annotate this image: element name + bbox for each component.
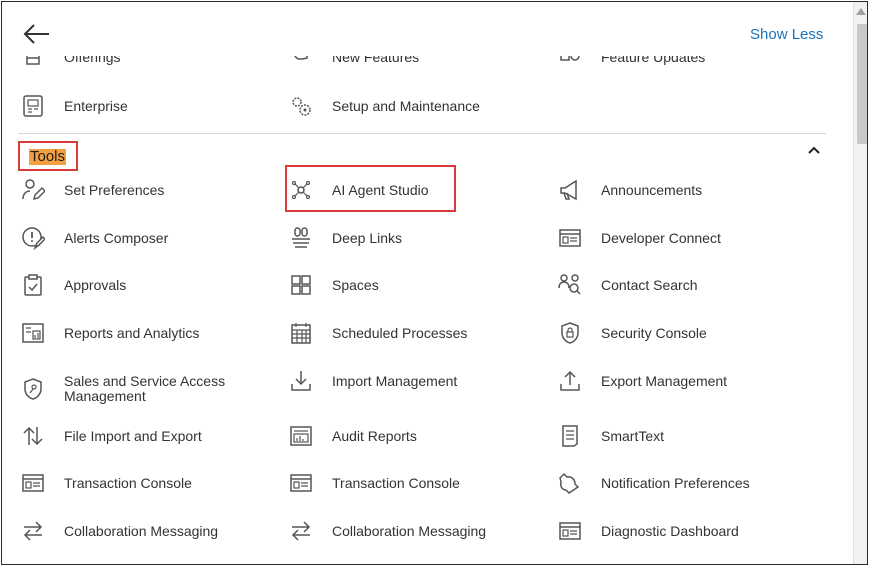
nav-item-label: Scheduled Processes bbox=[332, 324, 468, 341]
nav-item-label: Announcements bbox=[601, 181, 703, 198]
nav-item-label: Collaboration Messaging bbox=[64, 522, 219, 539]
megaphone-icon bbox=[558, 178, 582, 202]
nav-item-notification-preferences[interactable]: Notification Preferences bbox=[558, 468, 750, 498]
nav-item-developer-connect[interactable]: Developer Connect bbox=[558, 223, 721, 253]
nav-item-transaction-console-middle[interactable]: Transaction Console bbox=[289, 468, 460, 498]
audit-report-icon bbox=[289, 424, 313, 448]
scroll-up-arrow-icon[interactable] bbox=[856, 8, 866, 15]
nav-item-label: Audit Reports bbox=[332, 427, 417, 444]
nav-item-reports-analytics[interactable]: Reports and Analytics bbox=[21, 318, 199, 348]
nav-item-label: Spaces bbox=[332, 276, 379, 293]
chevron-up-icon[interactable] bbox=[806, 142, 822, 158]
nav-item-label: Import Management bbox=[332, 372, 458, 389]
nav-item-announcements[interactable]: Announcements bbox=[558, 175, 702, 205]
clipboard-check-icon bbox=[21, 273, 45, 297]
nav-item-new-features[interactable]: New Features bbox=[289, 56, 419, 70]
console-icon bbox=[558, 226, 582, 250]
bell-icon bbox=[558, 471, 582, 495]
nav-item-approvals[interactable]: Approvals bbox=[21, 270, 126, 300]
swap-arrows-icon bbox=[21, 519, 45, 543]
vertical-scrollbar[interactable] bbox=[853, 2, 867, 564]
building-icon bbox=[21, 94, 45, 118]
feature-updates-icon bbox=[558, 56, 582, 70]
section-divider bbox=[18, 133, 826, 134]
import-export-arrows-icon bbox=[21, 424, 45, 448]
document-lines-icon bbox=[558, 424, 582, 448]
nav-item-alerts-composer[interactable]: Alerts Composer bbox=[21, 223, 168, 253]
nav-item-sales-service-access[interactable]: Sales and Service Access Management bbox=[21, 372, 225, 406]
navigator-panel: Show Less Offerings New Features Feature… bbox=[1, 1, 868, 565]
gears-icon bbox=[289, 94, 313, 118]
nav-item-label: Notification Preferences bbox=[601, 474, 750, 491]
user-edit-icon bbox=[21, 178, 45, 202]
megaphone-icon bbox=[289, 56, 313, 70]
nav-item-set-preferences[interactable]: Set Preferences bbox=[21, 175, 164, 205]
nav-item-label: Sales and Service Access Management bbox=[64, 374, 225, 404]
console-icon bbox=[558, 519, 582, 543]
nav-item-label: Transaction Console bbox=[332, 474, 460, 491]
nav-item-label-line-1: Sales and Service Access bbox=[64, 373, 226, 389]
nav-item-label: Developer Connect bbox=[601, 229, 721, 246]
nav-item-label: Feature Updates bbox=[601, 56, 706, 65]
nav-item-label: Security Console bbox=[601, 324, 707, 341]
nav-item-feature-updates[interactable]: Feature Updates bbox=[558, 56, 705, 70]
contact-search-icon bbox=[558, 273, 582, 297]
nav-item-label: Enterprise bbox=[64, 97, 128, 114]
nav-item-label: New Features bbox=[332, 56, 420, 65]
reports-icon bbox=[21, 321, 45, 345]
nav-item-label: Transaction Console bbox=[64, 474, 192, 491]
nav-item-label: Offerings bbox=[64, 56, 121, 65]
nav-item-label: Deep Links bbox=[332, 229, 403, 246]
offerings-icon bbox=[21, 56, 45, 70]
nav-item-collaboration-messaging-left[interactable]: Collaboration Messaging bbox=[21, 516, 218, 546]
nav-item-setup-maintenance[interactable]: Setup and Maintenance bbox=[289, 91, 480, 121]
nav-item-audit-reports[interactable]: Audit Reports bbox=[289, 421, 417, 451]
swap-arrows-icon bbox=[289, 519, 313, 543]
nav-item-label: Setup and Maintenance bbox=[332, 97, 480, 114]
calendar-icon bbox=[289, 321, 313, 345]
nav-item-label: File Import and Export bbox=[64, 427, 202, 444]
deep-links-icon bbox=[289, 226, 313, 250]
nav-item-export-management[interactable]: Export Management bbox=[558, 366, 727, 396]
tools-section-title: Tools bbox=[18, 141, 78, 171]
nav-item-label: Approvals bbox=[64, 276, 127, 293]
shield-key-icon bbox=[21, 377, 45, 401]
show-less-link[interactable]: Show Less bbox=[750, 26, 823, 43]
nav-item-import-management[interactable]: Import Management bbox=[289, 366, 457, 396]
shield-lock-icon bbox=[558, 321, 582, 345]
nav-item-offerings[interactable]: Offerings bbox=[21, 56, 121, 70]
nav-item-spaces[interactable]: Spaces bbox=[289, 270, 379, 300]
nav-item-diagnostic-dashboard[interactable]: Diagnostic Dashboard bbox=[558, 516, 739, 546]
nav-item-label: Export Management bbox=[601, 372, 728, 389]
nav-item-enterprise[interactable]: Enterprise bbox=[21, 91, 128, 121]
nav-item-deep-links[interactable]: Deep Links bbox=[289, 223, 402, 253]
export-icon bbox=[558, 369, 582, 393]
nav-item-label: Contact Search bbox=[601, 276, 698, 293]
nav-item-label: Alerts Composer bbox=[64, 229, 169, 246]
tools-title-text: Tools bbox=[29, 148, 67, 165]
back-arrow-icon[interactable] bbox=[22, 21, 52, 47]
nav-item-contact-search[interactable]: Contact Search bbox=[558, 270, 698, 300]
console-icon bbox=[21, 471, 45, 495]
nav-item-collaboration-messaging-middle[interactable]: Collaboration Messaging bbox=[289, 516, 486, 546]
ai-agent-icon bbox=[289, 178, 313, 202]
nav-item-security-console[interactable]: Security Console bbox=[558, 318, 707, 348]
nav-item-label: AI Agent Studio bbox=[332, 181, 429, 198]
alert-composer-icon bbox=[21, 226, 45, 250]
nav-item-smarttext[interactable]: SmartText bbox=[558, 421, 664, 451]
nav-item-label: SmartText bbox=[601, 427, 665, 444]
spaces-grid-icon bbox=[289, 273, 313, 297]
nav-item-label: Set Preferences bbox=[64, 181, 165, 198]
nav-item-label: Reports and Analytics bbox=[64, 324, 200, 341]
console-icon bbox=[289, 471, 313, 495]
nav-item-label: Collaboration Messaging bbox=[332, 522, 487, 539]
nav-item-label: Diagnostic Dashboard bbox=[601, 522, 739, 539]
nav-item-transaction-console-left[interactable]: Transaction Console bbox=[21, 468, 192, 498]
import-icon bbox=[289, 369, 313, 393]
scrollbar-thumb[interactable] bbox=[857, 24, 867, 144]
nav-item-ai-agent-studio[interactable]: AI Agent Studio bbox=[289, 175, 429, 205]
nav-item-scheduled-processes[interactable]: Scheduled Processes bbox=[289, 318, 467, 348]
nav-item-label-line-2: Management bbox=[64, 388, 146, 404]
nav-item-file-import-export[interactable]: File Import and Export bbox=[21, 421, 202, 451]
